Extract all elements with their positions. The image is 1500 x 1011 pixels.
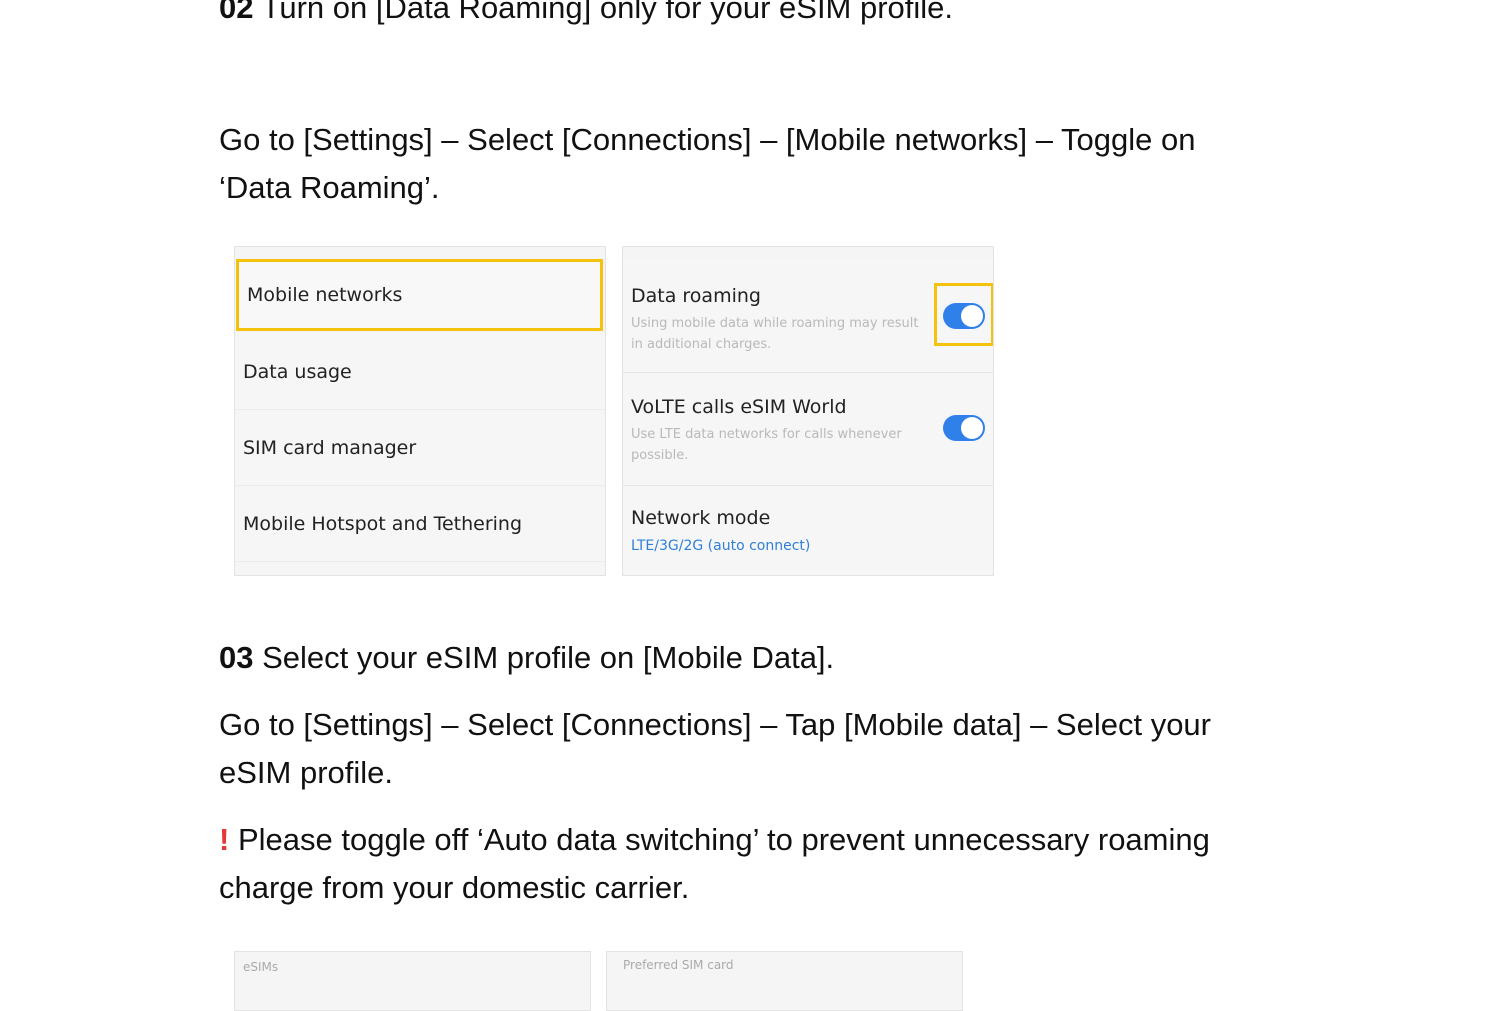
data-roaming-desc: Using mobile data while roaming may resu… [631,316,919,352]
step-number: 02 [219,0,254,25]
esims-screenshot: eSIMs [234,951,591,1011]
network-mode-row: Network mode LTE/3G/2G (auto connect) [623,487,993,575]
network-mode-title: Network mode [631,507,771,529]
mobile-networks-screenshot: Data roaming Using mobile data while roa… [622,246,994,576]
menu-item-sim-card-manager: SIM card manager [235,411,605,486]
preferred-sim-label: Preferred SIM card [623,958,734,972]
volte-title: VoLTE calls eSIM World [631,396,847,418]
volte-toggle [943,415,985,441]
warning-note: ! Please toggle off ‘Auto data switching… [219,816,1210,912]
menu-item-label: Mobile Hotspot and Tethering [243,513,523,535]
toggle-knob [961,417,983,439]
data-roaming-title: Data roaming [631,285,761,307]
menu-item-mobile-networks: Mobile networks [236,259,603,331]
menu-item-data-usage: Data usage [235,335,605,410]
warning-line-1: ! Please toggle off ‘Auto data switching… [219,816,1210,864]
menu-item-label: SIM card manager [243,437,417,459]
warning-line-2: charge from your domestic carrier. [219,870,690,905]
instruction-line-2: ‘Data Roaming’. [219,170,440,205]
step-text: Turn on [Data Roaming] only for your eSI… [261,0,954,25]
network-mode-value: LTE/3G/2G (auto connect) [631,538,811,554]
preferred-sim-screenshot: Preferred SIM card [606,951,963,1011]
step-03-instruction: Go to [Settings] – Select [Connections] … [219,701,1211,797]
step-text: Select your eSIM profile on [Mobile Data… [262,640,835,675]
connections-menu-screenshot: Mobile networks Data usage SIM card mana… [234,246,606,576]
warning-text-1: Please toggle off ‘Auto data switching’ … [237,822,1210,857]
warning-icon: ! [219,822,230,857]
data-roaming-row: Data roaming Using mobile data while roa… [623,259,993,373]
step-03-heading: 03 Select your eSIM profile on [Mobile D… [219,634,834,682]
esims-label: eSIMs [243,960,279,974]
menu-item-label: Data usage [243,361,352,383]
volte-desc: Use LTE data networks for calls whenever… [631,427,902,463]
step-02-heading: 02 Turn on [Data Roaming] only for your … [219,0,953,32]
instruction-line-2: eSIM profile. [219,755,394,790]
step-02-instruction: Go to [Settings] – Select [Connections] … [219,116,1196,212]
data-roaming-toggle [943,303,985,329]
menu-item-label: Mobile networks [247,284,403,306]
volte-row: VoLTE calls eSIM World Use LTE data netw… [623,374,993,486]
step-number: 03 [219,640,254,675]
instruction-line-1: Go to [Settings] – Select [Connections] … [219,707,1211,742]
toggle-knob [961,305,983,327]
instruction-line-1: Go to [Settings] – Select [Connections] … [219,122,1196,157]
menu-item-mobile-hotspot: Mobile Hotspot and Tethering [235,487,605,562]
